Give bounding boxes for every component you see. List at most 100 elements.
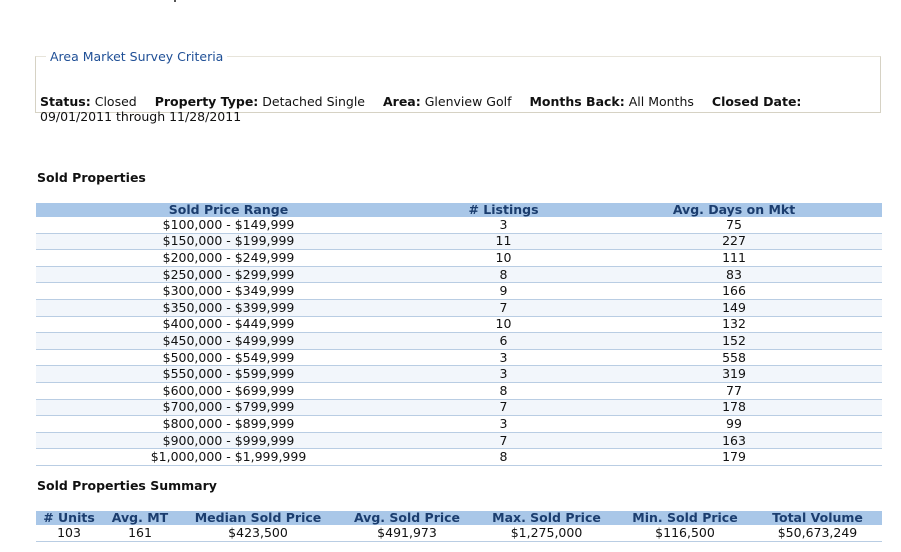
table-row: $400,000 - $449,999 10 132 [36, 316, 882, 334]
col-header-avg-days: Avg. Days on Mkt [586, 203, 882, 217]
table-cell: $350,000 - $399,999 [36, 299, 421, 317]
table-cell: 9 [421, 282, 586, 300]
criteria-line: Status: Closed Property Type: Detached S… [40, 94, 876, 124]
stray-dot [174, 0, 176, 2]
table-cell: $700,000 - $799,999 [36, 399, 421, 417]
col-header-max-price: Max. Sold Price [476, 511, 617, 525]
table-cell: $1,000,000 - $1,999,999 [36, 448, 421, 466]
criteria-closed-date-value: 09/01/2011 through 11/28/2011 [40, 109, 242, 124]
summary-table: # Units Avg. MT Median Sold Price Avg. S… [36, 511, 882, 542]
criteria-property-type-label: Property Type: [154, 94, 259, 109]
table-cell: 132 [586, 316, 882, 334]
table-cell: $423,500 [178, 525, 338, 542]
table-cell: $200,000 - $249,999 [36, 249, 421, 267]
criteria-closed-date-label: Closed Date: [711, 94, 802, 109]
table-row: $250,000 - $299,999 8 83 [36, 266, 882, 284]
criteria-property-type-value: Detached Single [262, 94, 365, 109]
table-cell: $116,500 [617, 525, 753, 542]
table-cell: $800,000 - $899,999 [36, 415, 421, 433]
table-cell: $500,000 - $549,999 [36, 349, 421, 367]
table-cell: 166 [586, 282, 882, 300]
col-header-units: # Units [36, 511, 102, 525]
table-cell: 6 [421, 332, 586, 350]
table-cell: 99 [586, 415, 882, 433]
table-cell: $550,000 - $599,999 [36, 365, 421, 383]
criteria-area: Area: Glenview Golf [383, 94, 512, 109]
table-cell: 163 [586, 432, 882, 450]
table-cell: $900,000 - $999,999 [36, 432, 421, 450]
table-cell: 8 [421, 266, 586, 284]
table-cell: 227 [586, 233, 882, 251]
table-cell: 111 [586, 249, 882, 267]
col-header-total-volume: Total Volume [753, 511, 882, 525]
table-cell: $491,973 [338, 525, 476, 542]
table-cell: 3 [421, 415, 586, 433]
summary-title: Sold Properties Summary [37, 478, 217, 493]
sold-properties-table: Sold Price Range # Listings Avg. Days on… [36, 203, 882, 466]
criteria-legend: Area Market Survey Criteria [50, 49, 224, 64]
table-cell: 103 [36, 525, 102, 542]
criteria-status-value: Closed [94, 94, 137, 109]
criteria-property-type: Property Type: Detached Single [155, 94, 365, 109]
table-cell: 7 [421, 399, 586, 417]
table-cell: 149 [586, 299, 882, 317]
table-cell: 3 [421, 365, 586, 383]
table-cell: 10 [421, 316, 586, 334]
col-header-median-price: Median Sold Price [178, 511, 338, 525]
table-row: $1,000,000 - $1,999,999 8 179 [36, 448, 882, 466]
table-cell: 83 [586, 266, 882, 284]
table-cell: $100,000 - $149,999 [36, 217, 421, 234]
criteria-status-label: Status: [40, 94, 91, 109]
table-row: $450,000 - $499,999 6 152 [36, 332, 882, 350]
table-row: $350,000 - $399,999 7 149 [36, 299, 882, 317]
table-cell: 3 [421, 217, 586, 234]
table-cell: 8 [421, 448, 586, 466]
criteria-area-value: Glenview Golf [424, 94, 512, 109]
table-cell: 319 [586, 365, 882, 383]
table-cell: $300,000 - $349,999 [36, 282, 421, 300]
table-cell: 3 [421, 349, 586, 367]
col-header-price-range: Sold Price Range [36, 203, 421, 217]
table-row: $300,000 - $349,999 9 166 [36, 282, 882, 300]
table-cell: 77 [586, 382, 882, 400]
table-cell: 161 [102, 525, 178, 542]
table-row: $150,000 - $199,999 11 227 [36, 233, 882, 251]
table-cell: $400,000 - $449,999 [36, 316, 421, 334]
table-cell: 75 [586, 217, 882, 234]
table-row: 103 161 $423,500 $491,973 $1,275,000 $116,500… [36, 525, 882, 542]
criteria-panel: Area Market Survey Criteria Status: Clos… [35, 49, 881, 124]
table-cell: $600,000 - $699,999 [36, 382, 421, 400]
col-header-avg-price: Avg. Sold Price [338, 511, 476, 525]
table-row: $500,000 - $549,999 3 558 [36, 349, 882, 367]
table-cell: $1,275,000 [476, 525, 617, 542]
table-row: $100,000 - $149,999 3 75 [36, 217, 882, 234]
table-cell: 7 [421, 432, 586, 450]
col-header-avg-mt: Avg. MT [102, 511, 178, 525]
table-row: $800,000 - $899,999 3 99 [36, 415, 882, 433]
table-cell: $450,000 - $499,999 [36, 332, 421, 350]
summary-header-row: # Units Avg. MT Median Sold Price Avg. S… [36, 511, 882, 525]
criteria-area-label: Area: [382, 94, 421, 109]
table-row: $700,000 - $799,999 7 178 [36, 399, 882, 417]
criteria-months-back-value: All Months [628, 94, 694, 109]
sold-header-row: Sold Price Range # Listings Avg. Days on… [36, 203, 882, 217]
table-cell: 179 [586, 448, 882, 466]
table-cell: $250,000 - $299,999 [36, 266, 421, 284]
table-cell: 7 [421, 299, 586, 317]
table-row: $200,000 - $249,999 10 111 [36, 249, 882, 267]
col-header-min-price: Min. Sold Price [617, 511, 753, 525]
table-row: $550,000 - $599,999 3 319 [36, 365, 882, 383]
table-cell: 178 [586, 399, 882, 417]
criteria-status: Status: Closed [40, 94, 137, 109]
table-cell: 11 [421, 233, 586, 251]
sold-properties-title: Sold Properties [37, 170, 146, 185]
table-cell: 8 [421, 382, 586, 400]
table-row: $600,000 - $699,999 8 77 [36, 382, 882, 400]
table-row: $900,000 - $999,999 7 163 [36, 432, 882, 450]
criteria-months-back: Months Back: All Months [529, 94, 693, 109]
col-header-listings: # Listings [421, 203, 586, 217]
table-cell: $150,000 - $199,999 [36, 233, 421, 251]
table-cell: 152 [586, 332, 882, 350]
table-cell: $50,673,249 [753, 525, 882, 542]
table-cell: 10 [421, 249, 586, 267]
